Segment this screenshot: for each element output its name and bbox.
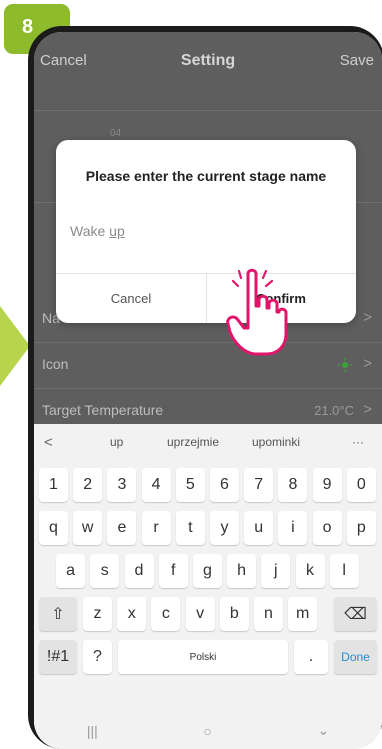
pointing-hand-icon <box>226 268 288 356</box>
key-t[interactable]: t <box>175 511 205 545</box>
chevron-right-icon: > <box>363 309 372 326</box>
key-question[interactable]: ? <box>83 640 112 674</box>
step-number: 8 <box>22 16 34 38</box>
side-arrow <box>0 306 30 386</box>
header-save-button[interactable]: Save <box>340 52 374 69</box>
suggestion-bar: < up uprzejmie upominki ··· <box>34 424 382 460</box>
icon-row-label: Icon <box>42 356 69 372</box>
backspace-icon[interactable]: ⌫ <box>334 597 377 631</box>
dialog-title: Please enter the current stage name <box>85 168 327 184</box>
recents-icon[interactable]: ||| <box>87 723 98 739</box>
key-k[interactable]: k <box>295 554 325 588</box>
key-u[interactable]: u <box>244 511 274 545</box>
key-8[interactable]: 8 <box>278 468 308 502</box>
icon-row[interactable]: Icon > <box>34 342 382 389</box>
symbols-key[interactable]: !#1 <box>39 640 77 674</box>
key-s[interactable]: s <box>90 554 120 588</box>
phone-screen: Cancel Setting Save 04 Na > Icon > Targe… <box>34 32 382 749</box>
stage-name-input-text: Wake <box>70 223 110 239</box>
key-y[interactable]: y <box>210 511 239 545</box>
space-key[interactable]: Polski <box>118 640 288 674</box>
key-d[interactable]: d <box>124 554 154 588</box>
key-o[interactable]: o <box>312 511 342 545</box>
top-bar: Cancel Setting Save <box>34 32 382 92</box>
key-6[interactable]: 6 <box>210 468 239 502</box>
key-a[interactable]: a <box>56 554 86 588</box>
suggestion-item[interactable]: up <box>110 435 123 449</box>
key-g[interactable]: g <box>192 554 222 588</box>
shift-icon[interactable]: ⇧ <box>39 597 77 631</box>
suggestion-item[interactable]: uprzejmie <box>167 435 219 449</box>
key-9[interactable]: 9 <box>312 468 342 502</box>
key-2[interactable]: 2 <box>73 468 103 502</box>
target-temperature-value: 21.0°C <box>314 403 354 418</box>
key-w[interactable]: w <box>73 511 103 545</box>
key-h[interactable]: h <box>227 554 257 588</box>
more-suggestions-icon[interactable]: ··· <box>352 435 364 449</box>
chevron-right-icon: > <box>363 401 372 418</box>
picker-value: 04 <box>110 128 122 139</box>
system-nav-bar: ||| ○ ⌄ <box>34 712 382 749</box>
key-b[interactable]: b <box>219 597 249 631</box>
key-x[interactable]: x <box>117 597 147 631</box>
picker-divider <box>34 110 382 111</box>
chevron-right-icon: > <box>363 355 372 372</box>
key-q[interactable]: q <box>39 511 68 545</box>
stage-name-input-underlined-word: up <box>109 223 125 239</box>
stage-name-dialog: Please enter the current stage name Wake… <box>56 140 356 323</box>
key-7[interactable]: 7 <box>244 468 274 502</box>
key-1[interactable]: 1 <box>39 468 68 502</box>
key-4[interactable]: 4 <box>141 468 171 502</box>
key-r[interactable]: r <box>141 511 171 545</box>
key-z[interactable]: z <box>83 597 112 631</box>
sun-icon <box>338 358 352 372</box>
key-f[interactable]: f <box>158 554 188 588</box>
key-p[interactable]: p <box>346 511 376 545</box>
keyboard: < up uprzejmie upominki ··· 1234567890qw… <box>34 424 382 749</box>
done-key[interactable]: Done <box>334 640 377 674</box>
page-title: Setting <box>180 52 236 69</box>
key-m[interactable]: m <box>288 597 318 631</box>
key-l[interactable]: l <box>329 554 359 588</box>
key-0[interactable]: 0 <box>346 468 376 502</box>
home-icon[interactable]: ○ <box>203 723 211 739</box>
dialog-cancel-button[interactable]: Cancel <box>56 273 206 323</box>
suggestion-item[interactable]: upominki <box>252 435 300 449</box>
key-j[interactable]: j <box>261 554 291 588</box>
key-5[interactable]: 5 <box>175 468 205 502</box>
key-n[interactable]: n <box>254 597 283 631</box>
key-e[interactable]: e <box>107 511 137 545</box>
back-icon[interactable]: < <box>44 434 53 451</box>
key-3[interactable]: 3 <box>107 468 137 502</box>
key-v[interactable]: v <box>185 597 215 631</box>
key-c[interactable]: c <box>151 597 181 631</box>
key-i[interactable]: i <box>278 511 308 545</box>
back-nav-icon[interactable]: ⌄ <box>317 722 329 739</box>
key-period[interactable]: . <box>294 640 328 674</box>
target-temperature-label: Target Temperature <box>42 402 164 418</box>
stage-name-input[interactable]: Wake up <box>70 223 340 243</box>
